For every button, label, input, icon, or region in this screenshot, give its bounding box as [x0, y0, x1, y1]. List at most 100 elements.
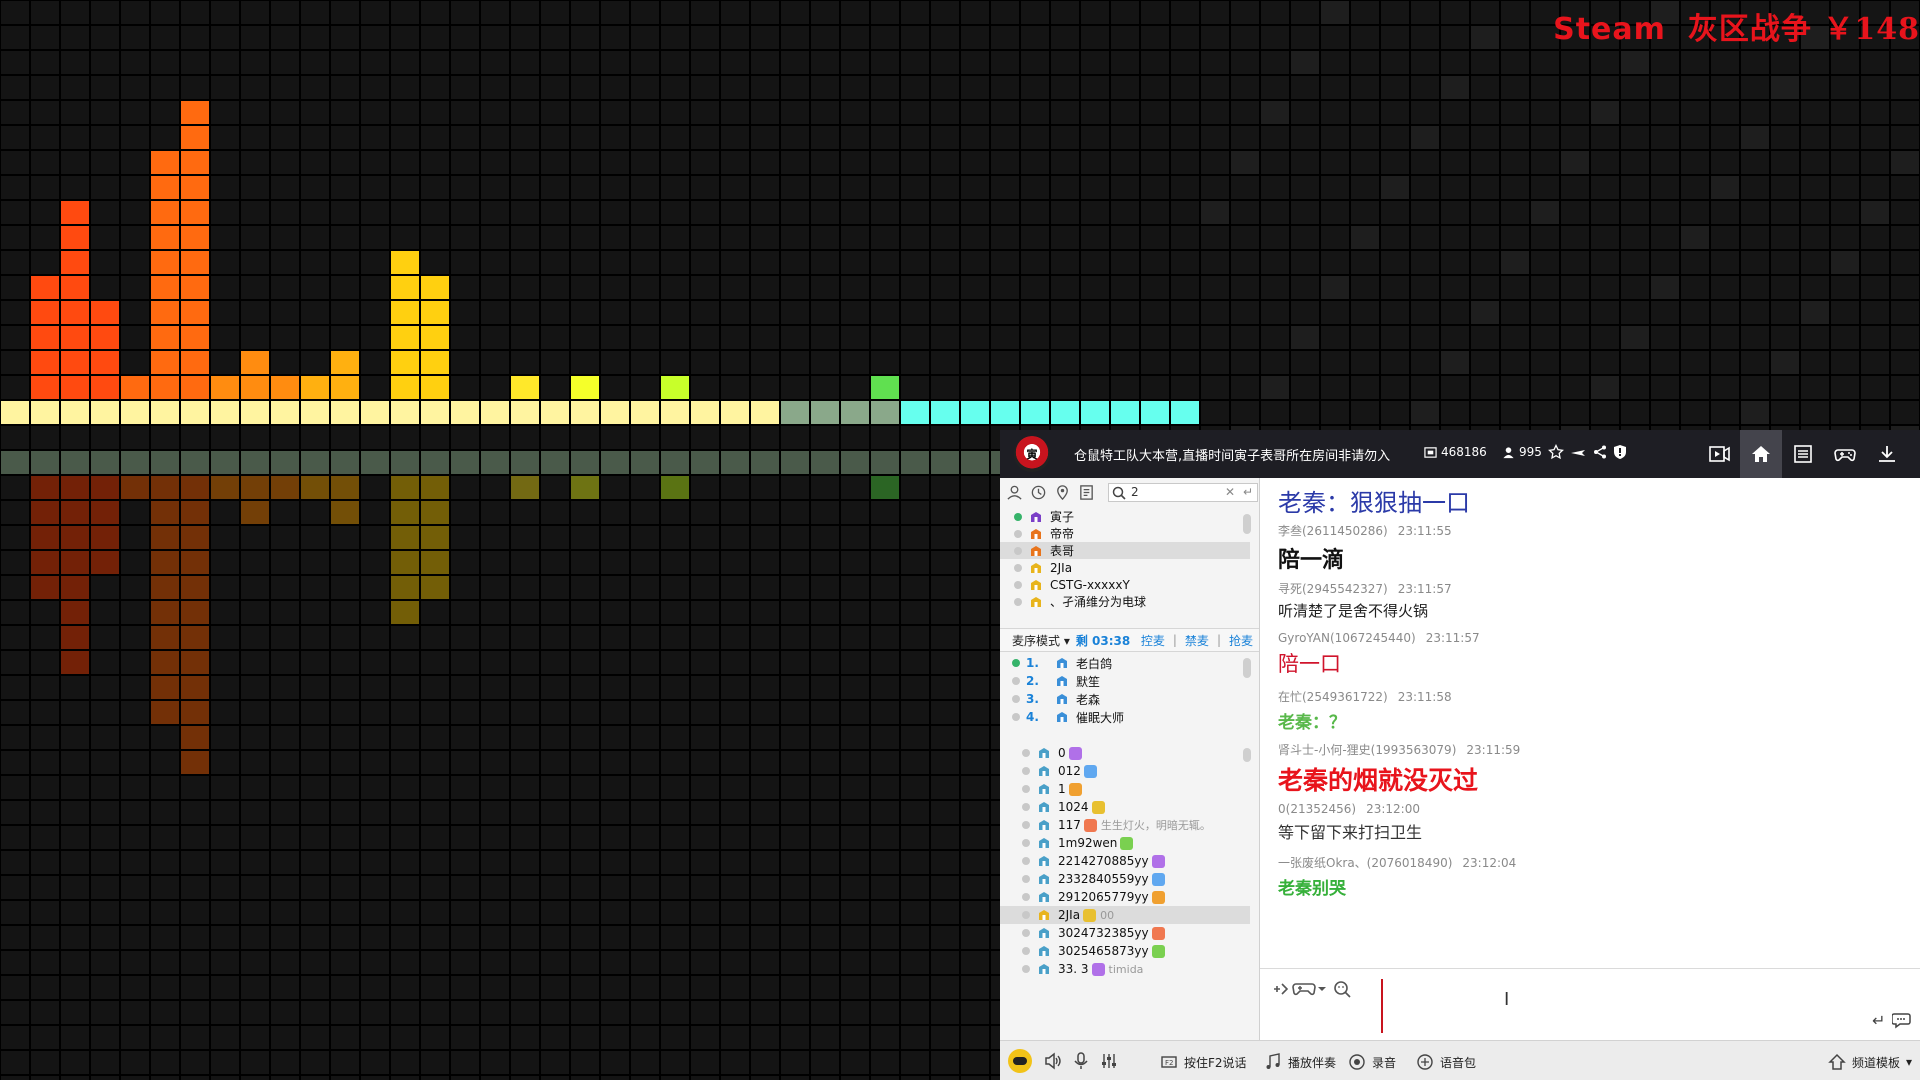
chat-message: 0(21352456) 23:12:00 等下留下来打扫卫生	[1278, 802, 1422, 843]
message-time: 23:11:55	[1397, 524, 1452, 538]
user-role-icon	[1039, 928, 1049, 938]
user-role-icon	[1039, 784, 1049, 794]
status-dot	[1014, 597, 1022, 606]
music-icon	[1266, 1053, 1280, 1069]
mic-mode-dropdown[interactable]: 麦序模式 ▾	[1012, 632, 1070, 649]
member-extra: 生生灯火，明暗无辄。	[1100, 819, 1211, 832]
status-dot	[1014, 512, 1022, 521]
status-dot	[1014, 563, 1022, 572]
svg-text:F2: F2	[1165, 1059, 1173, 1067]
chevron-down-icon: ▾	[1906, 1055, 1913, 1069]
queue-number: 3.	[1026, 692, 1039, 706]
vip-badge-icon	[1120, 836, 1134, 850]
member-row[interactable]: 1m92wen	[1000, 834, 1250, 852]
mixer-icon[interactable]	[1100, 1052, 1118, 1070]
home-button[interactable]	[1740, 430, 1782, 478]
message-sender[interactable]: GyroYAN(1067245440)	[1278, 631, 1416, 645]
download-button[interactable]	[1866, 430, 1908, 478]
list-button[interactable]	[1782, 430, 1824, 478]
member-row[interactable]: 33. 3 timida	[1000, 960, 1250, 978]
send-enter-icon[interactable]: ↵	[1872, 1011, 1885, 1030]
bottom-button[interactable]: 语音包	[1416, 1053, 1476, 1071]
text-input[interactable]	[1381, 979, 1383, 1033]
clear-search-icon[interactable]: ✕	[1225, 485, 1235, 499]
message-sender[interactable]: 李叁(2611450286)	[1278, 524, 1388, 538]
emoji-search-icon[interactable]	[1332, 979, 1352, 999]
star-icon[interactable]	[1548, 444, 1564, 460]
bottom-button[interactable]: 录音	[1348, 1053, 1396, 1071]
mic-queue-row[interactable]: 4. 催眠大师	[1000, 708, 1250, 726]
mic-queue-row[interactable]: 2. 默笙	[1000, 672, 1250, 690]
refresh-user-icon[interactable]	[1030, 484, 1047, 501]
member-row[interactable]: 3024732385yy	[1000, 924, 1250, 942]
share-icon[interactable]	[1592, 444, 1608, 460]
message-sender[interactable]: 在忙(2549361722)	[1278, 690, 1388, 704]
member-row[interactable]: 3025465873yy	[1000, 942, 1250, 960]
chat-input-area[interactable]: I ↵	[1260, 968, 1920, 1041]
member-row[interactable]: 2912065779yy	[1000, 888, 1250, 906]
plane-icon[interactable]	[1570, 444, 1586, 460]
message-sender[interactable]: 一张废纸Okra、(2076018490)	[1278, 856, 1452, 870]
search-input[interactable]: 2	[1131, 485, 1139, 499]
microphone-icon[interactable]	[1072, 1052, 1090, 1070]
user-role-icon	[1039, 964, 1049, 974]
member-row[interactable]: 2JIa 00	[1000, 906, 1250, 924]
channel-user-row[interactable]: 帝帝	[1000, 525, 1250, 542]
member-toolbar: 2 ✕ ↵	[1000, 478, 1259, 506]
chat-bubble-icon[interactable]	[1892, 1011, 1912, 1029]
member-row[interactable]: 2214270885yy	[1000, 852, 1250, 870]
user-list-icon[interactable]	[1006, 484, 1023, 501]
member-row[interactable]: 2332840559yy	[1000, 870, 1250, 888]
channel-template-button[interactable]: 频道模板 ▾	[1828, 1053, 1912, 1071]
message-sender[interactable]: 肾斗士-小何-狸史(1993563079)	[1278, 743, 1456, 757]
member-row[interactable]: 0	[1000, 744, 1250, 762]
gamepad-icon[interactable]	[1292, 979, 1316, 999]
user-icon	[1503, 446, 1514, 458]
emoji-panel-icon[interactable]	[1270, 979, 1290, 999]
grab-mic-link[interactable]: 抢麦	[1229, 632, 1253, 649]
mic-queue-row[interactable]: 3. 老森	[1000, 690, 1250, 708]
bottom-button[interactable]: 播放伴奏	[1264, 1053, 1336, 1071]
channel-list-scrollbar[interactable]	[1243, 514, 1251, 534]
enter-icon[interactable]: ↵	[1243, 485, 1253, 499]
bottom-button[interactable]: F2 按住F2说话	[1160, 1053, 1247, 1071]
user-role-icon	[1039, 802, 1049, 812]
message-sender[interactable]: 寻死(2945542327)	[1278, 582, 1388, 596]
channel-user-row[interactable]: 表哥	[1000, 542, 1250, 559]
notes-icon[interactable]	[1078, 484, 1095, 501]
user-role-icon	[1031, 545, 1041, 556]
location-icon[interactable]	[1054, 484, 1071, 501]
user-role-icon	[1031, 596, 1041, 607]
ban-mic-link[interactable]: 禁麦	[1185, 632, 1209, 649]
control-mic-link[interactable]: 控麦	[1141, 632, 1165, 649]
channel-user-row[interactable]: CSTG-xxxxxY	[1000, 576, 1250, 593]
bottom-button-label: 播放伴奏	[1288, 1055, 1337, 1070]
message-text: 老秦的烟就没灭过	[1278, 766, 1479, 795]
mic-queue-scrollbar[interactable]	[1243, 658, 1251, 678]
vip-badge-icon	[1151, 890, 1165, 904]
channel-user-row[interactable]: 寅子	[1000, 508, 1250, 525]
mic-queue-row[interactable]: 1. 老白鸽	[1000, 654, 1250, 672]
member-row[interactable]: 1	[1000, 780, 1250, 798]
shield-icon[interactable]	[1612, 444, 1628, 460]
link-divider: |	[1216, 633, 1221, 647]
yy-avatar-icon[interactable]	[1008, 1049, 1032, 1073]
chevron-down-icon[interactable]	[1317, 979, 1327, 999]
speaker-icon[interactable]	[1044, 1052, 1062, 1070]
member-list-scrollbar[interactable]	[1243, 748, 1251, 762]
member-row[interactable]: 1024	[1000, 798, 1250, 816]
channel-user-row[interactable]: 、孑涌维分为电球	[1000, 593, 1250, 610]
member-search[interactable]: 2 ✕ ↵	[1108, 483, 1258, 502]
member-row[interactable]: 117 生生灯火，明暗无辄。	[1000, 816, 1250, 834]
channel-user-row[interactable]: 2JIa	[1000, 559, 1250, 576]
user-role-icon	[1057, 712, 1067, 722]
member-row[interactable]: 012	[1000, 762, 1250, 780]
vip-badge-icon	[1151, 872, 1165, 886]
member-extra: 00	[1100, 908, 1115, 922]
channel-logo[interactable]: 寅	[1014, 436, 1050, 472]
message-time: 23:11:57	[1397, 582, 1452, 596]
game-button[interactable]	[1824, 430, 1866, 478]
video-button[interactable]	[1698, 430, 1740, 478]
message-sender[interactable]: 0(21352456)	[1278, 802, 1356, 816]
template-icon	[1828, 1053, 1846, 1070]
